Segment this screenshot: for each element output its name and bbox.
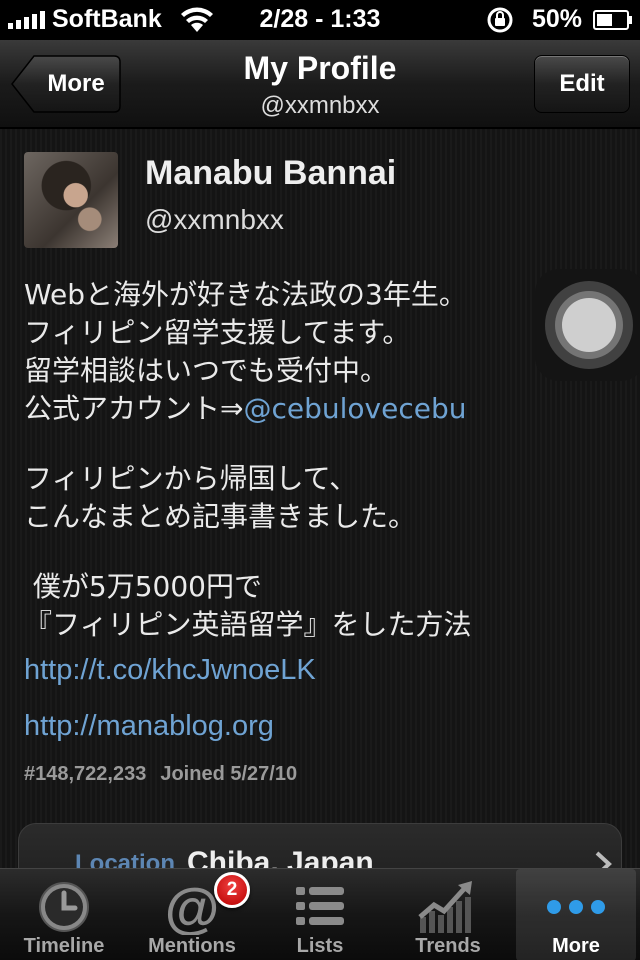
navigation-bar: More My Profile @xxmnbxx Edit	[0, 40, 640, 128]
profile-name: Manabu Bannai	[145, 154, 397, 192]
tab-label: Mentions	[148, 935, 236, 957]
tab-lists[interactable]: Lists	[256, 869, 384, 960]
profile-meta: #148,722,233 Joined 5/27/10	[24, 763, 297, 786]
tab-trends[interactable]: Trends	[384, 869, 512, 960]
bio-text: 公式アカウント⇒	[24, 392, 244, 425]
tab-bar: Timeline @ Mentions Lists Trends More 2	[0, 868, 640, 960]
user-id: #148,722,233	[24, 763, 147, 785]
bio-line: 『フィリピン英語留学』をした方法	[24, 608, 472, 641]
profile-bio: Webと海外が好きな法政の3年生。 フィリピン留学支援してます。 留学相談はいつ…	[24, 276, 584, 644]
clock-icon	[39, 882, 89, 932]
trends-icon	[418, 881, 472, 933]
bio-line: フィリピン留学支援してます。	[24, 316, 411, 349]
bio-line: Webと海外が好きな法政の3年生。	[24, 278, 467, 311]
battery-icon	[593, 10, 632, 30]
location-row[interactable]: Location Chiba, Japan	[18, 823, 622, 868]
tab-label: More	[552, 935, 600, 957]
tab-label: Lists	[296, 935, 344, 957]
tab-timeline[interactable]: Timeline	[0, 869, 128, 960]
edit-button[interactable]: Edit	[534, 55, 630, 113]
location-value: Chiba, Japan	[187, 846, 374, 868]
status-bar: SoftBank 2/28 - 1:33 50%	[0, 0, 640, 40]
website-link[interactable]: http://manablog.org	[24, 710, 274, 743]
mention-link[interactable]: @cebulovecebu	[243, 392, 466, 425]
battery-percent: 50%	[532, 5, 583, 33]
at-icon: @	[165, 877, 220, 935]
bio-line: フィリピンから帰国して、	[24, 462, 358, 495]
tab-label: Trends	[415, 935, 481, 957]
tab-more[interactable]: More	[516, 869, 636, 960]
bio-line: 公式アカウント⇒@cebulovecebu	[24, 390, 584, 428]
bio-line: 留学相談はいつでも受付中。	[24, 354, 389, 387]
mentions-badge: 2	[214, 872, 250, 908]
bio-spacer	[24, 536, 584, 568]
assistive-touch-button[interactable]	[535, 269, 640, 381]
joined-date: Joined 5/27/10	[160, 763, 298, 785]
more-dots-icon	[547, 900, 605, 914]
profile-content[interactable]: Manabu Bannai @xxmnbxx Webと海外が好きな法政の3年生。…	[0, 129, 640, 868]
rotation-lock-icon	[487, 7, 513, 33]
avatar[interactable]	[24, 152, 118, 248]
bio-line: こんなまとめ記事書きました。	[24, 500, 417, 533]
profile-handle: @xxmnbxx	[145, 204, 284, 235]
location-label: Location	[75, 850, 175, 868]
bio-line: 僕が5万5000円で	[24, 570, 262, 603]
tab-label: Timeline	[23, 935, 105, 957]
chevron-right-icon	[595, 851, 612, 868]
bio-url-link[interactable]: http://t.co/khcJwnoeLK	[24, 654, 316, 687]
svg-text:@: @	[165, 877, 220, 935]
list-icon	[296, 887, 344, 925]
bio-spacer	[24, 428, 584, 460]
